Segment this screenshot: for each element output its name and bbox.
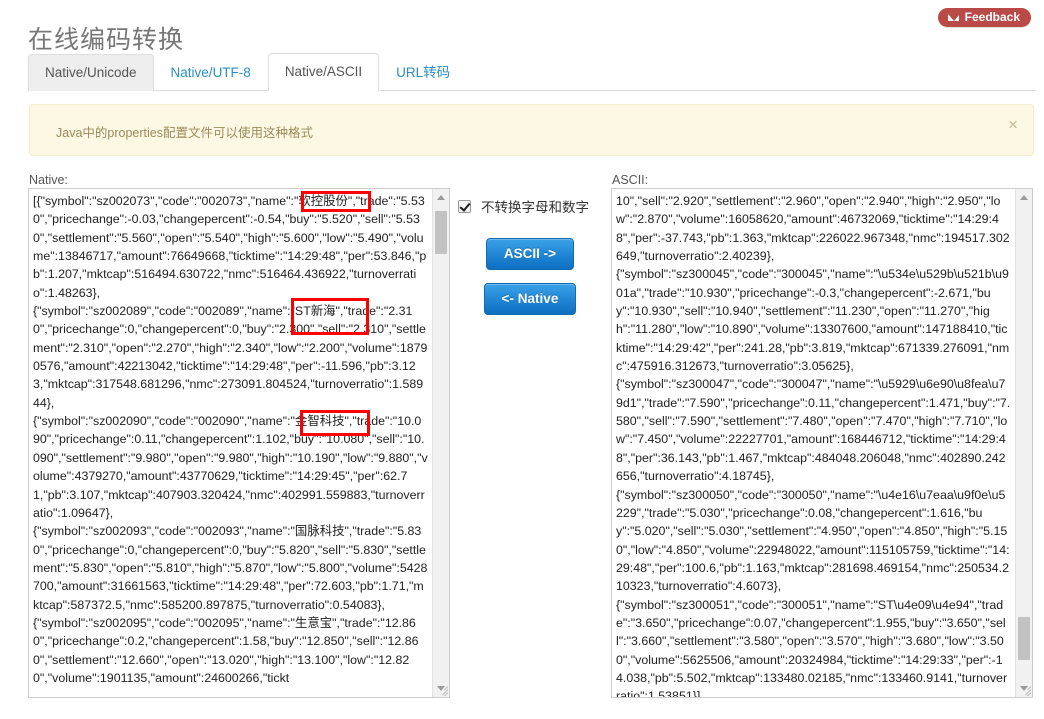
ascii-label: ASCII: — [612, 173, 649, 187]
envelope-icon — [946, 12, 960, 22]
tab-native-unicode[interactable]: Native/Unicode — [28, 54, 154, 91]
skip-alphanumeric-row[interactable]: 不转换字母和数字 — [455, 196, 605, 216]
scroll-up-icon[interactable] — [433, 189, 449, 206]
native-scrollbar[interactable] — [432, 189, 449, 697]
to-ascii-button[interactable]: ASCII -> — [485, 238, 575, 270]
page-title: 在线编码转换 — [28, 25, 185, 54]
ascii-textarea-value[interactable]: 10","sell":"2.920","settlement":"2.960",… — [612, 189, 1014, 697]
alert-message: Java中的properties配置文件可以使用这种格式 — [56, 126, 313, 140]
conversion-controls: 不转换字母和数字 ASCII -> <- Native — [455, 196, 605, 315]
ascii-textarea[interactable]: 10","sell":"2.920","settlement":"2.960",… — [611, 188, 1033, 698]
tab-native-utf8[interactable]: Native/UTF-8 — [154, 54, 268, 91]
convert-button-group: ASCII -> <- Native — [455, 238, 605, 315]
feedback-button[interactable]: Feedback — [937, 8, 1031, 27]
ascii-scrollbar[interactable] — [1015, 189, 1032, 697]
tab-native-ascii[interactable]: Native/ASCII — [267, 53, 380, 91]
page-root: Feedback 在线编码转换 Native/Unicode Native/UT… — [0, 0, 1044, 719]
to-native-button[interactable]: <- Native — [483, 283, 577, 315]
close-icon[interactable]: × — [1008, 116, 1018, 133]
native-scrollbar-thumb[interactable] — [435, 211, 447, 254]
native-label: Native: — [29, 173, 68, 187]
ascii-resize-handle[interactable] — [1017, 682, 1031, 696]
skip-alphanumeric-checkbox[interactable] — [458, 199, 471, 213]
skip-alphanumeric-label: 不转换字母和数字 — [481, 200, 589, 215]
feedback-label: Feedback — [964, 10, 1020, 24]
tab-bar: Native/Unicode Native/UTF-8 Native/ASCII… — [28, 53, 1036, 91]
info-alert: Java中的properties配置文件可以使用这种格式 × — [29, 104, 1034, 156]
native-resize-handle[interactable] — [434, 682, 448, 696]
ascii-scrollbar-thumb[interactable] — [1018, 617, 1030, 660]
native-textarea-value[interactable]: [{"symbol":"sz002073","code":"002073","n… — [29, 189, 431, 697]
tab-url-encode[interactable]: URL转码 — [379, 54, 467, 91]
native-textarea[interactable]: [{"symbol":"sz002073","code":"002073","n… — [28, 188, 450, 698]
scroll-up-icon[interactable] — [1016, 189, 1032, 206]
